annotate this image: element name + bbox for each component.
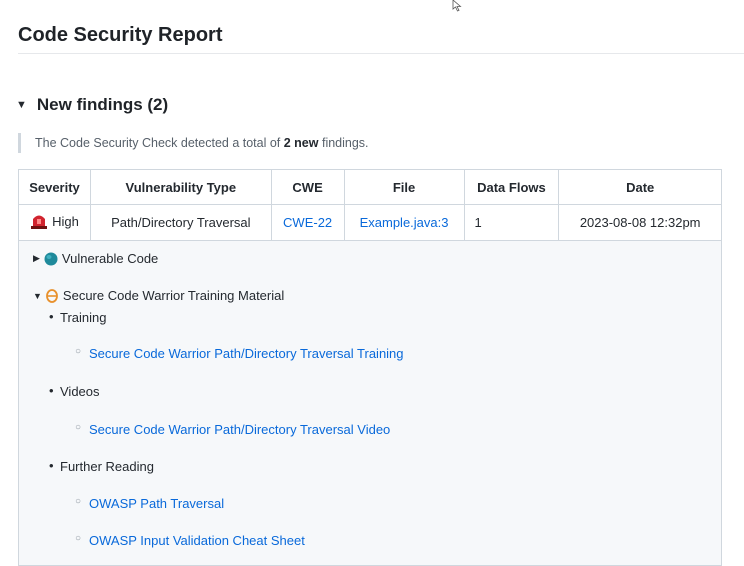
owasp-path-traversal-link[interactable]: OWASP Path Traversal <box>89 496 224 511</box>
group-label-training: Training <box>60 310 107 325</box>
training-material-label: Secure Code Warrior Training Material <box>62 288 285 303</box>
column-header-cwe: CWE <box>270 169 345 205</box>
column-header-severity: Severity <box>18 169 91 205</box>
bullet-dot: • <box>49 383 54 398</box>
training-link[interactable]: Secure Code Warrior Path/Directory Trave… <box>89 346 404 361</box>
column-header-data-flows: Data Flows <box>463 169 560 205</box>
summary-suffix: findings. <box>318 136 369 150</box>
bullet-circle: ○ <box>75 422 82 433</box>
expanded-triangle-icon[interactable]: ▼ <box>33 291 42 301</box>
finding-details-panel: ▶ Vulnerable Code ▼ Secure Code Warrior … <box>18 241 722 566</box>
summary-blockquote: The Code Security Check detected a total… <box>18 133 369 153</box>
cwe-link[interactable]: CWE-22 <box>283 215 332 230</box>
page-title: Code Security Report <box>18 24 223 46</box>
vulnerability-type-cell: Path/Directory Traversal <box>89 204 272 241</box>
vulnerable-code-label: Vulnerable Code <box>61 251 159 266</box>
group-label-further-reading: Further Reading <box>60 459 154 474</box>
file-cell: Example.java:3 <box>343 204 465 241</box>
title-divider <box>18 53 744 54</box>
summary-prefix: The Code Security Check detected a total… <box>35 136 284 150</box>
owasp-input-validation-link[interactable]: OWASP Input Validation Cheat Sheet <box>89 533 305 548</box>
cwe-cell: CWE-22 <box>270 204 345 241</box>
new-findings-section-header[interactable]: ▼ New findings (2) <box>16 95 168 115</box>
collapsed-triangle-icon[interactable]: ▶ <box>33 253 40 264</box>
file-link[interactable]: Example.java:3 <box>360 215 449 230</box>
group-label-videos: Videos <box>60 384 100 399</box>
severity-cell: High <box>18 204 91 241</box>
siren-icon <box>31 215 48 229</box>
section-title: New findings (2) <box>36 95 169 114</box>
bullet-dot: • <box>49 309 54 324</box>
column-header-file: File <box>343 169 465 205</box>
video-link[interactable]: Secure Code Warrior Path/Directory Trave… <box>89 422 390 437</box>
severity-label: High <box>52 213 79 229</box>
bullet-dot: • <box>49 458 54 473</box>
training-material-toggle[interactable]: ▼ Secure Code Warrior Training Material <box>33 288 284 303</box>
table-header-row: Severity Vulnerability Type CWE File Dat… <box>18 169 722 205</box>
column-header-date: Date <box>558 169 722 205</box>
globe-icon <box>44 252 58 265</box>
date-cell: 2023-08-08 12:32pm <box>558 204 722 241</box>
column-header-vulnerability-type: Vulnerability Type <box>89 169 272 205</box>
findings-table: Severity Vulnerability Type CWE File Dat… <box>18 169 722 241</box>
bullet-circle: ○ <box>75 533 82 544</box>
mouse-cursor-icon <box>452 0 462 12</box>
vulnerable-code-toggle[interactable]: ▶ Vulnerable Code <box>33 251 158 266</box>
bullet-circle: ○ <box>75 496 82 507</box>
secure-code-warrior-icon <box>46 288 58 303</box>
bullet-circle: ○ <box>75 346 82 357</box>
data-flows-cell: 1 <box>463 204 560 241</box>
expanded-triangle-icon[interactable]: ▼ <box>16 99 27 111</box>
table-row: High Path/Directory Traversal CWE-22 Exa… <box>18 204 722 241</box>
summary-count: 2 new <box>283 136 319 150</box>
